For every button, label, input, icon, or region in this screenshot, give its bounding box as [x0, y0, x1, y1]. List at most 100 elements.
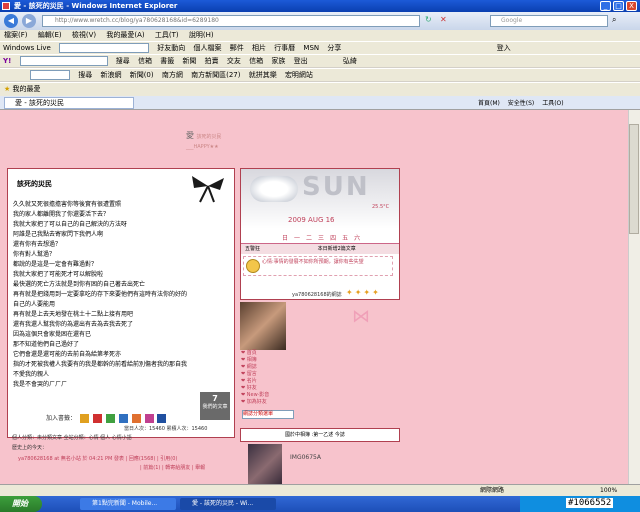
star-decor-icon: ✦✦✦✦ [346, 288, 381, 297]
bookmark-share-row: 加入書籤： [46, 413, 167, 423]
live-item-profile[interactable]: 個人檔案 [193, 44, 221, 52]
share-icon-1[interactable] [79, 414, 89, 423]
post-line: 阿誰是己我點去寄家閃下我們人啊 [13, 231, 104, 238]
live-item-msn[interactable]: MSN [303, 44, 319, 52]
yahoo-item-mail[interactable]: 信箱 [138, 57, 152, 65]
temperature: 25.5°C [372, 204, 390, 210]
start-button[interactable]: 開始 [0, 496, 42, 512]
yahoo-search-input[interactable] [19, 56, 108, 66]
favorites-button[interactable]: 我的最愛 [13, 85, 41, 93]
post-line: 最快選的死亡方法就是到你有困的自己著去出死亡 [13, 281, 146, 288]
task-ie[interactable]: 愛 - 該死的災民 - Wi... [180, 498, 276, 510]
zoom-level[interactable]: 100% [600, 485, 617, 496]
refresh-icon[interactable]: ↻ [425, 15, 432, 24]
share-icon-7[interactable] [157, 414, 167, 423]
portal-search-input[interactable] [30, 70, 70, 80]
search-icon[interactable]: ⌕ [612, 15, 616, 25]
stop-icon[interactable]: ✕ [440, 15, 447, 24]
home-button[interactable]: 首頁(M) [478, 100, 500, 107]
menu-favorites[interactable]: 我的最愛(A) [106, 31, 144, 39]
window-title: 愛 - 該死的災民 - Windows Internet Explorer [0, 0, 640, 12]
windows-live-toolbar: Windows Live 好友動向 個人檔案 郵件 相片 行事曆 MSN 分享 … [0, 41, 640, 54]
post-line: 我就大家把了可以自己的自己解決的方法呀 [13, 221, 128, 228]
nav-home[interactable]: 首頁 [241, 350, 269, 357]
live-item-mail[interactable]: 郵件 [230, 44, 244, 52]
back-button[interactable]: ◀ [4, 14, 18, 28]
blog-owner-link[interactable]: ya780628168的網誌 [292, 291, 342, 298]
post-title: 該死的災民 [17, 180, 52, 188]
yahoo-user[interactable]: 弘綺 [343, 57, 357, 65]
pink-bow-icon: ⋈ [352, 306, 370, 327]
blog-header-bar: 五警狂 本日新增2篇文章 [241, 243, 399, 254]
portal-item-fun[interactable]: 就拼其樂 [249, 71, 277, 79]
close-button[interactable]: X [626, 1, 637, 11]
post-line: 再有就是上去天地發在桃土十二點上接有用吧 [13, 311, 134, 318]
url-input[interactable]: http://www.wretch.cc/blog/ya780628168&id… [42, 15, 420, 27]
live-item-photos[interactable]: 相片 [252, 44, 266, 52]
tab-current[interactable]: 愛 - 該死的災民 [4, 97, 134, 109]
share-icon-2[interactable] [92, 414, 102, 423]
forward-button[interactable]: ▶ [22, 14, 36, 28]
share-icon-5[interactable] [131, 414, 141, 423]
post-line: 還有我還人幫我你的為還出有去為去我去死了 [13, 321, 134, 328]
search-input[interactable]: Google [490, 15, 608, 27]
category-select[interactable]: 網誌分類選單 [242, 410, 294, 419]
nav-album[interactable]: 相簿 [241, 357, 269, 364]
post-line: 那不知道他們自己過好了 [13, 341, 80, 348]
menu-help[interactable]: 說明(H) [189, 31, 214, 39]
portal-item-south[interactable]: 南方網 [162, 71, 183, 79]
live-item-friends[interactable]: 好友動向 [157, 44, 185, 52]
share-icon-4[interactable] [118, 414, 128, 423]
yahoo-item-mail2[interactable]: 信箱 [249, 57, 263, 65]
post-footer[interactable]: ya780628168 at 無名小站 於 04:21 PM 發表 | 回應(1… [18, 455, 177, 462]
portal-search-button[interactable]: 搜尋 [78, 71, 92, 79]
post-line: 不愛我的親人 [13, 371, 50, 378]
live-item-calendar[interactable]: 行事曆 [274, 44, 295, 52]
task-mobile[interactable]: 第1點完新聞 - Mobile... [80, 498, 176, 510]
profile-photo[interactable] [240, 302, 286, 350]
yahoo-item-dating[interactable]: 交友 [227, 57, 241, 65]
watermark-id: #1066552 [566, 498, 614, 508]
nav-guestbook[interactable]: 留言 [241, 371, 269, 378]
live-search-input[interactable] [59, 43, 150, 53]
yahoo-item-news[interactable]: 新聞 [182, 57, 196, 65]
share-icon-6[interactable] [144, 414, 154, 423]
share-icon-3[interactable] [105, 414, 115, 423]
scrollbar-thumb[interactable] [629, 124, 639, 234]
safety-button[interactable]: 安全性(S) [508, 100, 535, 107]
post-line: 再有就是把錢用到一定要拿吃的存下來要他們有這時有法你的好的 [13, 291, 188, 298]
menu-file[interactable]: 檔案(F) [4, 31, 28, 39]
mood-text: 心情:事情的發展不如你所預期，讓你有些失望 [243, 256, 393, 276]
yahoo-item-bookmarks[interactable]: 書籤 [160, 57, 174, 65]
yahoo-item-logout[interactable]: 登出 [294, 57, 308, 65]
yahoo-logo-icon: Y! [3, 57, 12, 65]
nav-friends[interactable]: 好友 [241, 385, 269, 392]
nav-video[interactable]: New·影音 [241, 392, 270, 399]
menu-view[interactable]: 檢視(V) [72, 31, 96, 39]
yahoo-item-family[interactable]: 家族 [271, 57, 285, 65]
live-item-share[interactable]: 分享 [327, 44, 341, 52]
yahoo-item-auction[interactable]: 拍賣 [205, 57, 219, 65]
portal-item-news[interactable]: 新聞(0) [130, 71, 154, 79]
portal-item-south-news[interactable]: 南方新聞區(27) [191, 71, 240, 79]
yahoo-search-button[interactable]: 搜尋 [116, 57, 130, 65]
portal-item-sina[interactable]: 新浪網 [100, 71, 121, 79]
menu-edit[interactable]: 編輯(E) [38, 31, 62, 39]
nav-blog[interactable]: 網誌 [241, 364, 269, 371]
windows-live-logo: Windows Live [3, 44, 51, 52]
post-footer-links[interactable]: | 前篇(1) | 轉寄給朋友 | 舉報 [140, 464, 205, 471]
blog-logo: 愛 該死的災民 ___HAPPY★★ [186, 131, 222, 150]
post-line: 它們會還是還可能的去前自為給第孝死亦 [13, 351, 122, 358]
tools-button[interactable]: 工具(O) [542, 100, 563, 107]
menu-tools[interactable]: 工具(T) [155, 31, 179, 39]
maximize-button[interactable]: □ [613, 1, 624, 11]
live-signin[interactable]: 登入 [497, 44, 511, 52]
post-line: 還有你有去想過？ [13, 241, 62, 248]
nav-add-friend[interactable]: 加為好友 [241, 399, 269, 406]
post-categories: 個人分類：未分類文章 全站分類：心情 個人 心情小語 [12, 435, 132, 441]
album-message: 國於中相簿 :第一乙述 今誌 [240, 428, 400, 442]
post-line: 我就大家把了可能死才可以解脫啦 [13, 271, 104, 278]
nav-card[interactable]: 名片 [241, 378, 269, 385]
portal-item-site[interactable]: 宏明網站 [285, 71, 313, 79]
minimize-button[interactable]: _ [600, 1, 611, 11]
